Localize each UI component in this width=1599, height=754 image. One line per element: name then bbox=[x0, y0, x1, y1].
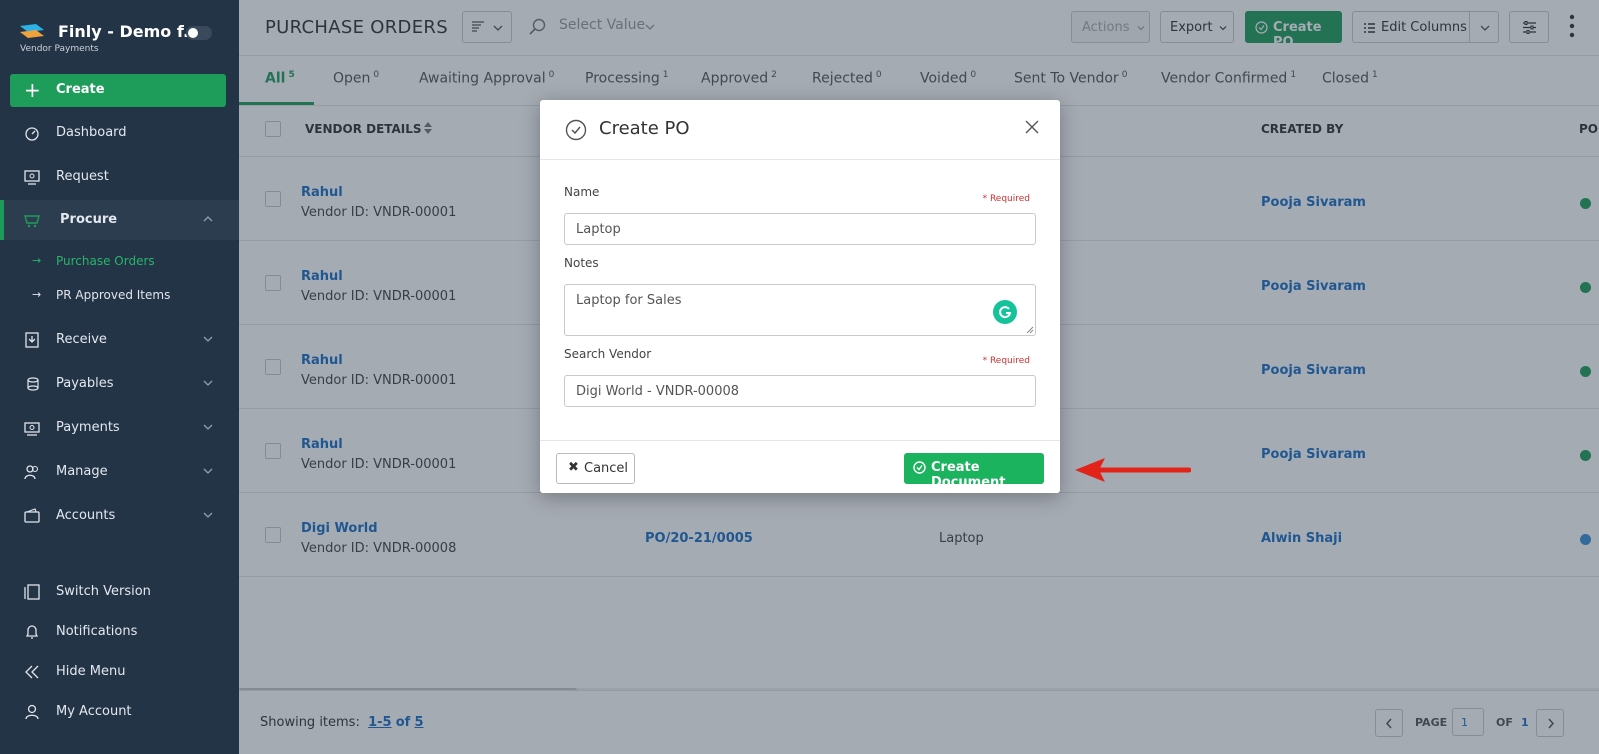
cart-icon bbox=[24, 215, 40, 228]
sidebar-item-payables[interactable]: Payables bbox=[0, 364, 239, 404]
grammarly-g-glyph bbox=[999, 306, 1012, 319]
bell-icon bbox=[25, 625, 39, 639]
sidebar-item-switch-version[interactable]: Switch Version bbox=[0, 572, 239, 612]
create-po-dialog: Create PO Name * Required Laptop Notes L… bbox=[540, 100, 1060, 493]
dialog-title: Create PO bbox=[599, 118, 690, 139]
notes-textarea[interactable]: Laptop for Sales bbox=[564, 284, 1036, 336]
switch-version-icon bbox=[24, 584, 40, 600]
users-icon bbox=[24, 465, 39, 480]
resize-handle-icon[interactable] bbox=[1026, 326, 1034, 334]
chevron-down-icon bbox=[203, 336, 213, 342]
plus-icon: + bbox=[24, 78, 41, 102]
name-field[interactable]: Laptop bbox=[564, 213, 1036, 245]
brand[interactable]: Finly - Demo f... Vendor Payments bbox=[18, 18, 228, 58]
sidebar-item-label: Notifications bbox=[56, 624, 138, 639]
chevron-up-icon bbox=[203, 216, 213, 222]
coins-icon bbox=[27, 377, 39, 391]
sidebar-item-label: Request bbox=[56, 169, 109, 184]
sidebar-subitem-label: Purchase Orders bbox=[56, 254, 155, 268]
sidebar-item-label: Hide Menu bbox=[56, 664, 126, 679]
sidebar-item-hide-menu[interactable]: Hide Menu bbox=[0, 652, 239, 692]
sidebar-item-request[interactable]: Request bbox=[0, 157, 239, 197]
sidebar-item-label: Dashboard bbox=[56, 125, 127, 140]
double-chevron-left-icon bbox=[25, 665, 39, 679]
vendor-required-label: * Required bbox=[982, 356, 1030, 366]
sidebar-item-payments[interactable]: Payments bbox=[0, 408, 239, 448]
create-label: Create bbox=[56, 82, 105, 97]
receive-icon bbox=[25, 332, 39, 348]
sidebar-subitem-purchase-orders[interactable]: → Purchase Orders bbox=[0, 248, 239, 276]
sidebar-item-label: Switch Version bbox=[56, 584, 151, 599]
search-vendor-field[interactable]: Digi World - VNDR-00008 bbox=[564, 375, 1036, 407]
sidebar-item-procure[interactable]: Procure bbox=[0, 200, 239, 240]
sidebar-subitem-label: PR Approved Items bbox=[56, 288, 171, 302]
sidebar-item-my-account[interactable]: My Account bbox=[0, 692, 239, 732]
sidebar-item-label: Receive bbox=[56, 332, 107, 347]
sidebar-subitem-pr-approved-items[interactable]: → PR Approved Items bbox=[0, 282, 239, 310]
request-icon bbox=[24, 170, 40, 185]
name-required-label: * Required bbox=[982, 194, 1030, 204]
arrow-right-icon: → bbox=[32, 288, 42, 301]
app-logo-icon bbox=[20, 24, 44, 38]
grammarly-icon[interactable] bbox=[993, 300, 1017, 324]
arrow-right-icon: → bbox=[32, 254, 42, 267]
sidebar-item-label: Procure bbox=[60, 212, 118, 227]
vendor-value: Digi World - VNDR-00008 bbox=[576, 384, 740, 399]
name-value: Laptop bbox=[576, 222, 621, 237]
theme-toggle[interactable] bbox=[186, 26, 212, 40]
notes-label: Notes bbox=[564, 256, 599, 270]
sidebar-create-button[interactable]: + Create bbox=[10, 74, 226, 107]
name-label: Name bbox=[564, 185, 600, 199]
sidebar-item-label: Payments bbox=[56, 420, 120, 435]
chevron-down-icon bbox=[203, 512, 213, 518]
user-icon bbox=[25, 704, 39, 720]
sidebar-item-label: Manage bbox=[56, 464, 108, 479]
close-icon[interactable] bbox=[1024, 119, 1040, 135]
sidebar-item-notifications[interactable]: Notifications bbox=[0, 612, 239, 652]
create-document-button[interactable]: Create Document bbox=[904, 453, 1044, 490]
sidebar: Finly - Demo f... Vendor Payments + Crea… bbox=[0, 0, 239, 754]
sidebar-item-label: Payables bbox=[56, 376, 114, 391]
sidebar-item-label: Accounts bbox=[56, 508, 116, 523]
vendor-label: Search Vendor bbox=[564, 347, 652, 361]
red-arrow-annotation bbox=[1075, 458, 1191, 482]
dialog-header: Create PO bbox=[540, 100, 1060, 160]
close-icon: ✖ bbox=[568, 460, 579, 475]
sidebar-item-receive[interactable]: Receive bbox=[0, 320, 239, 360]
app-subtitle: Vendor Payments bbox=[20, 44, 99, 54]
chevron-down-icon bbox=[203, 380, 213, 386]
toggle-knob bbox=[188, 28, 198, 38]
check-circle-icon bbox=[565, 119, 587, 141]
payments-icon bbox=[24, 422, 40, 436]
notes-value: Laptop for Sales bbox=[576, 293, 682, 308]
sidebar-item-manage[interactable]: Manage bbox=[0, 452, 239, 492]
sidebar-item-label: My Account bbox=[56, 704, 132, 719]
cancel-label: Cancel bbox=[584, 461, 629, 476]
create-document-label: Create Document bbox=[931, 460, 1006, 490]
wallet-icon bbox=[24, 508, 40, 523]
sidebar-item-accounts[interactable]: Accounts bbox=[0, 496, 239, 536]
sidebar-item-dashboard[interactable]: Dashboard bbox=[0, 113, 239, 153]
chevron-down-icon bbox=[203, 424, 213, 430]
check-circle-icon bbox=[913, 461, 926, 474]
cancel-button[interactable]: ✖ Cancel bbox=[556, 453, 635, 484]
dialog-footer: ✖ Cancel Create Document bbox=[540, 440, 1060, 493]
app-title: Finly - Demo f... bbox=[58, 22, 202, 41]
chevron-down-icon bbox=[203, 468, 213, 474]
dashboard-icon bbox=[25, 127, 39, 141]
